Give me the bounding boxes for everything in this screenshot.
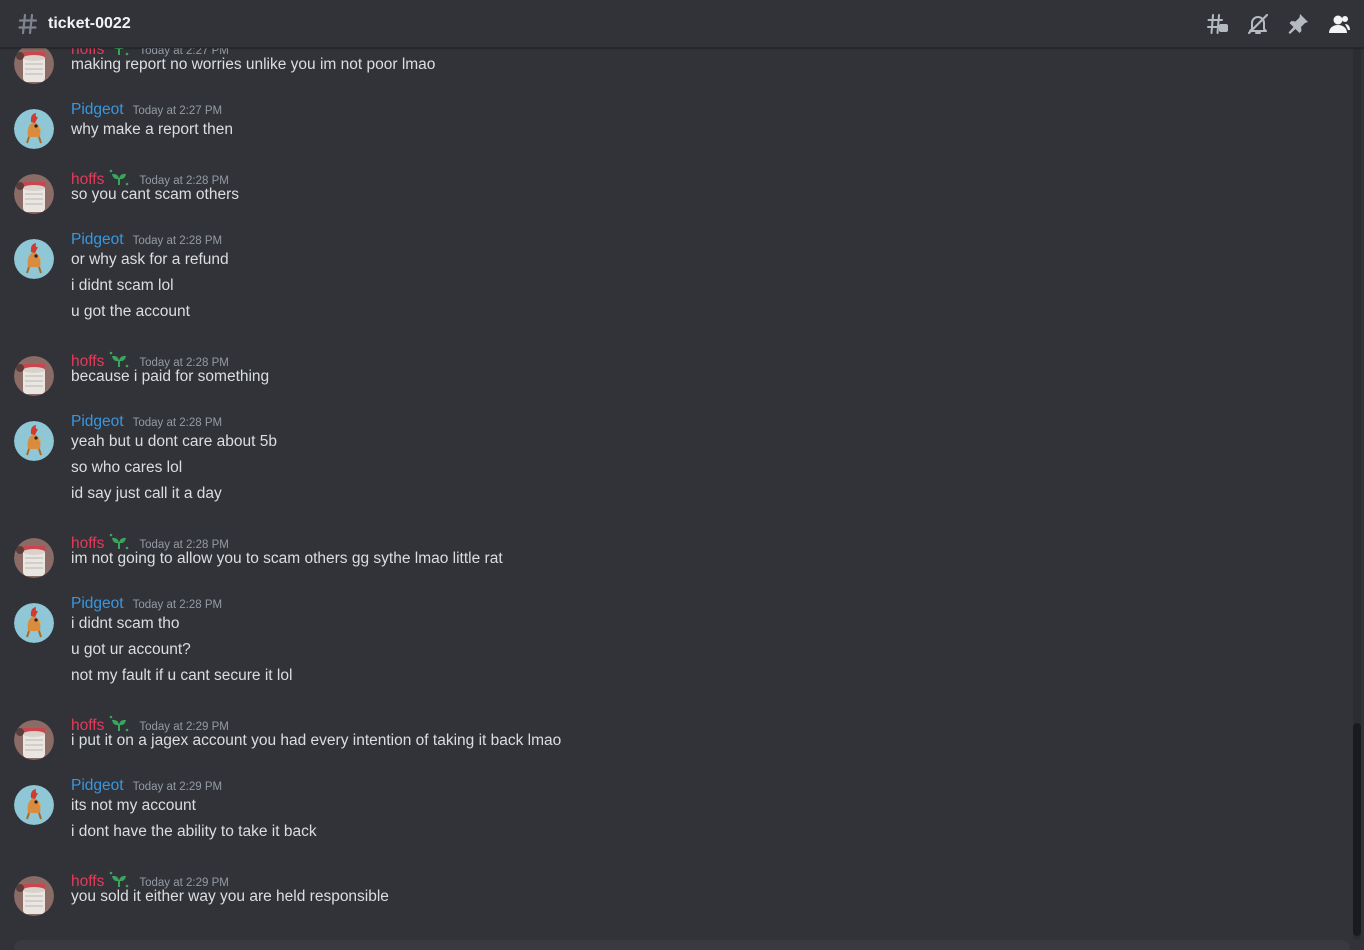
message-timestamp[interactable]: Today at 2:28 PM [133,235,223,247]
pidgeot-avatar[interactable] [14,785,54,825]
scrollbar-thumb[interactable] [1353,723,1361,936]
text-channel-icon [18,13,38,34]
message-text: so who cares lol [71,459,183,476]
pidgeot-avatar[interactable] [14,239,54,279]
message-author[interactable]: Pidgeot [71,101,124,119]
channel-name: ticket-0022 [48,14,131,32]
message-text: u got the account [71,303,190,320]
pin-icon[interactable] [1286,12,1310,36]
message-text: why make a report then [71,121,233,138]
channel-header: ticket-0022 [0,0,1364,48]
message-header: Pidgeot Today at 2:27 PM [71,101,222,119]
message-header: Pidgeot Today at 2:29 PM [71,777,222,795]
message-text: so you cant scam others [71,186,239,203]
pidgeot-avatar[interactable] [14,603,54,643]
header-toolbar [1206,12,1350,36]
message-text: not my fault if u cant secure it lol [71,667,293,684]
message-text: im not going to allow you to scam others… [71,550,503,567]
pidgeot-avatar[interactable] [14,421,54,461]
message-timestamp[interactable]: Today at 2:29 PM [133,781,223,793]
message-text: u got ur account? [71,641,191,658]
message-text: i didnt scam tho [71,615,180,632]
hoffs-avatar[interactable] [14,538,54,578]
sprout-badge-icon [108,871,130,889]
message-text: making report no worries unlike you im n… [71,56,436,73]
message-author[interactable]: Pidgeot [71,413,124,431]
message-text: id say just call it a day [71,485,222,502]
message-header: Pidgeot Today at 2:28 PM [71,231,222,249]
sprout-badge-icon [108,533,130,551]
sprout-badge-icon [108,715,130,733]
message-text: or why ask for a refund [71,251,229,268]
message-composer-edge[interactable] [14,940,1350,950]
message-timestamp[interactable]: Today at 2:28 PM [133,599,223,611]
message-timestamp[interactable]: Today at 2:28 PM [133,417,223,429]
message-text: because i paid for something [71,368,270,385]
message-timestamp[interactable]: Today at 2:27 PM [133,105,223,117]
message-author[interactable]: Pidgeot [71,777,124,795]
message-list[interactable]: hoffs Today at 2:27 PM making report no wo… [0,48,1350,938]
message-author[interactable]: Pidgeot [71,595,124,613]
message-text: its not my account [71,797,196,814]
member-list-icon[interactable] [1326,12,1350,36]
hoffs-avatar[interactable] [14,174,54,214]
sprout-badge-icon [108,351,130,369]
hoffs-avatar[interactable] [14,48,54,84]
message-author[interactable]: Pidgeot [71,231,124,249]
hoffs-avatar[interactable] [14,720,54,760]
message-text: yeah but u dont care about 5b [71,433,277,450]
hoffs-avatar[interactable] [14,876,54,916]
mute-bell-icon[interactable] [1246,12,1270,36]
pidgeot-avatar[interactable] [14,109,54,149]
message-text: you sold it either way you are held resp… [71,888,389,905]
sprout-badge-icon [108,169,130,187]
message-text: i didnt scam lol [71,277,174,294]
hoffs-avatar[interactable] [14,356,54,396]
message-header: Pidgeot Today at 2:28 PM [71,413,222,431]
message-text: i dont have the ability to take it back [71,823,317,840]
threads-icon[interactable] [1206,12,1230,36]
message-text: i put it on a jagex account you had ever… [71,732,562,749]
message-header: Pidgeot Today at 2:28 PM [71,595,222,613]
